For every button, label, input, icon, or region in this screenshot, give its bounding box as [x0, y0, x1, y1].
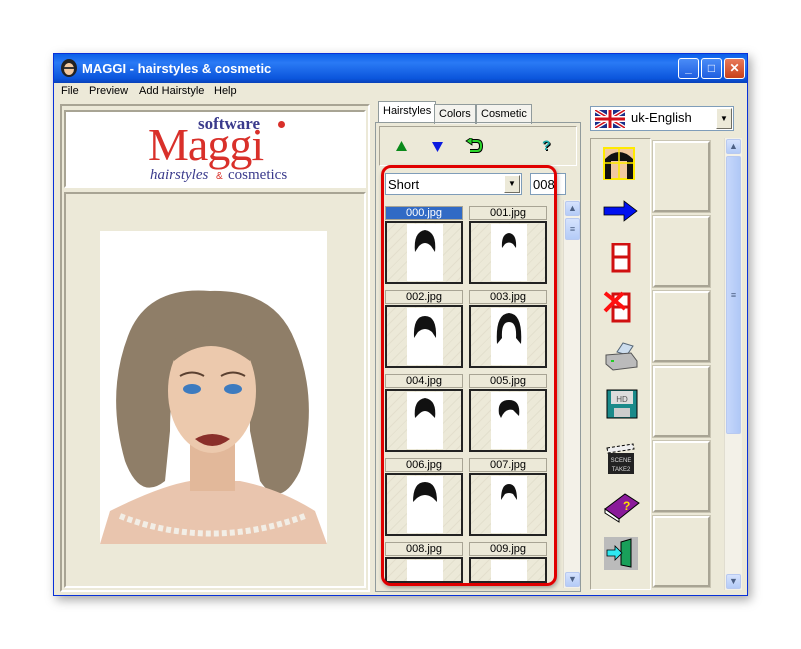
scroll-thumb[interactable]: ≡	[726, 156, 741, 434]
film-strip-icon[interactable]	[591, 243, 651, 273]
menu-help[interactable]: Help	[214, 85, 237, 97]
logo-main: Maggi	[148, 119, 264, 170]
scroll-up-icon[interactable]: ▲	[565, 201, 580, 216]
undo-icon[interactable]	[465, 138, 483, 154]
scroll-thumb[interactable]: ≡	[565, 218, 580, 240]
chevron-down-icon[interactable]: ▼	[716, 108, 732, 129]
logo-box: software Maggi hairstyles & cosmetics	[64, 110, 366, 188]
arrow-right-icon[interactable]	[591, 199, 651, 223]
preview-slot[interactable]	[652, 290, 711, 363]
svg-text:?: ?	[623, 499, 630, 513]
menu-file[interactable]: File	[61, 85, 79, 97]
scroll-down-icon[interactable]: ▼	[565, 572, 580, 587]
svg-text:HD: HD	[616, 395, 628, 404]
svg-text:TAKE2: TAKE2	[612, 467, 631, 473]
menu-add-hairstyle[interactable]: Add Hairstyle	[139, 85, 204, 97]
tab-hairstyles[interactable]: Hairstyles	[378, 101, 437, 123]
preview-slot[interactable]	[652, 140, 711, 213]
scroll-down-icon[interactable]: ▼	[726, 574, 741, 589]
menu-preview[interactable]: Preview	[89, 85, 128, 97]
save-disk-icon[interactable]: HD	[591, 389, 651, 419]
close-button[interactable]: ✕	[724, 58, 745, 79]
side-scrollbar[interactable]: ▲ ≡ ▼	[724, 138, 742, 590]
preview-slot[interactable]	[652, 515, 711, 588]
tab-colors[interactable]: Colors	[434, 104, 476, 124]
exit-door-icon[interactable]	[591, 537, 651, 571]
face-grid-icon[interactable]	[591, 147, 651, 181]
delete-film-icon[interactable]	[591, 291, 651, 323]
maximize-button[interactable]: □	[701, 58, 722, 79]
print-icon[interactable]	[591, 341, 651, 371]
clapperboard-icon[interactable]: SCENE TAKE2	[591, 443, 651, 475]
scroll-up-icon[interactable]: ▲	[726, 139, 741, 154]
title-bar: MAGGI - hairstyles & cosmetic _ □ ✕	[54, 54, 747, 83]
thumbnail-scrollbar[interactable]: ▲ ≡ ▼	[563, 200, 580, 588]
app-icon	[61, 59, 77, 77]
face-photo	[100, 231, 327, 544]
highlight-outline	[381, 165, 557, 586]
uk-flag-icon	[595, 110, 625, 128]
preview-slot[interactable]	[652, 365, 711, 438]
preview-slot[interactable]	[652, 215, 711, 288]
arrow-down-icon[interactable]	[431, 141, 444, 153]
tab-cosmetic[interactable]: Cosmetic	[476, 104, 532, 124]
help-icon[interactable]: ?	[542, 137, 551, 153]
svg-text:SCENE: SCENE	[611, 458, 632, 464]
window-title: MAGGI - hairstyles & cosmetic	[82, 61, 272, 76]
menu-bar: File Preview Add Hairstyle Help	[54, 83, 747, 100]
tool-column: HD SCENE TAKE2 ?	[590, 138, 651, 590]
arrow-up-icon[interactable]	[395, 140, 408, 152]
language-dropdown[interactable]: uk-English ▼	[590, 106, 734, 131]
minimize-button[interactable]: _	[678, 58, 699, 79]
help-book-icon[interactable]: ?	[591, 491, 651, 523]
preview-slot[interactable]	[652, 440, 711, 513]
